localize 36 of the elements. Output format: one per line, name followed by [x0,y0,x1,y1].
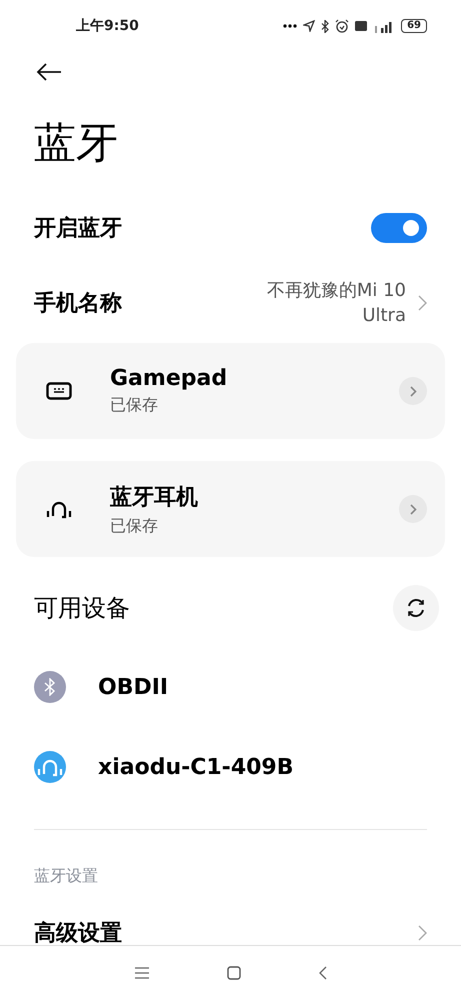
device-status: 已保存 [110,395,159,416]
device-status: 已保存 [110,516,159,536]
bluetooth-switch[interactable] [371,213,427,243]
section-title: 可用设备 [34,593,130,624]
chevron-icon [418,925,427,941]
device-name: Gamepad [110,366,228,391]
menu-icon[interactable] [134,967,148,979]
keyboard-icon [46,382,72,400]
refresh-icon [405,597,427,619]
back-icon[interactable] [36,63,62,81]
chevron-icon [410,504,416,514]
battery-level: 69 [401,19,427,33]
details-button[interactable] [399,377,427,405]
more-icon [283,24,298,28]
chevron-icon [418,295,427,311]
location-icon [303,20,316,32]
back-nav-icon[interactable] [318,966,326,980]
device-name-value: 不再犹豫的Mi 10 Ultra [266,279,406,328]
status-time: 上午9:50 [76,17,139,35]
refresh-button[interactable] [393,585,439,631]
device-name[interactable]: xiaodu-C1-409B [98,754,294,780]
device-name[interactable]: OBDII [98,674,168,700]
section-header: 蓝牙设置 [34,866,99,887]
home-icon[interactable] [226,966,240,980]
page-title: 蓝牙 [34,117,119,169]
chevron-icon [410,386,416,396]
setting-label: 手机名称 [34,290,122,318]
toggle-label: 开启蓝牙 [34,215,122,243]
bluetooth-icon [321,20,330,32]
device-name: 蓝牙耳机 [110,484,199,512]
device-card[interactable]: 蓝牙耳机 已保存 [16,461,445,557]
bluetooth-icon [44,678,56,696]
setting-label[interactable]: 高级设置 [34,918,122,945]
details-button[interactable] [399,495,427,523]
device-card[interactable]: Gamepad 已保存 [16,343,445,439]
alarm-icon [335,19,350,33]
